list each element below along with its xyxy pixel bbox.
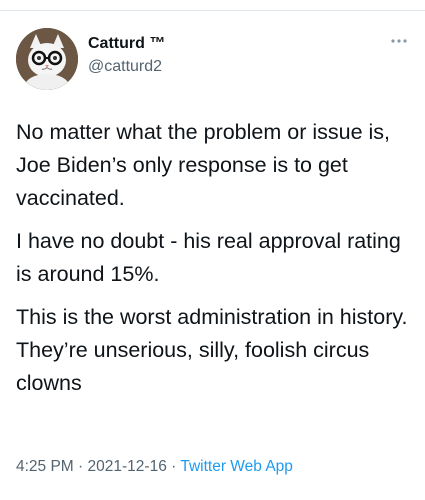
author-display-name[interactable]: Catturd ™ <box>88 34 165 54</box>
top-divider <box>0 0 425 11</box>
tweet-paragraph: I have no doubt - his real approval rati… <box>16 229 401 286</box>
meta-separator: · <box>171 458 177 475</box>
tweet-time[interactable]: 4:25 PM <box>16 458 74 475</box>
meta-separator: · <box>78 458 84 475</box>
tweet-paragraph: This is the worst administration in hist… <box>16 305 408 395</box>
avatar[interactable] <box>16 28 78 90</box>
author-handle[interactable]: @catturd2 <box>88 56 165 78</box>
author-names: Catturd ™ @catturd2 <box>88 34 165 78</box>
cat-with-glasses-avatar-icon <box>16 28 78 90</box>
tweet-paragraph: No matter what the problem or issue is, … <box>16 120 391 210</box>
tweet-text: No matter what the problem or issue is, … <box>16 116 411 410</box>
tweet-source-link[interactable]: Twitter Web App <box>180 458 293 475</box>
tweet-date[interactable]: 2021-12-16 <box>88 458 167 475</box>
tweet-metadata: 4:25 PM · 2021-12-16 · Twitter Web App <box>16 456 293 478</box>
more-horizontal-icon[interactable] <box>389 36 409 46</box>
tweet-header: Catturd ™ @catturd2 <box>16 26 411 90</box>
